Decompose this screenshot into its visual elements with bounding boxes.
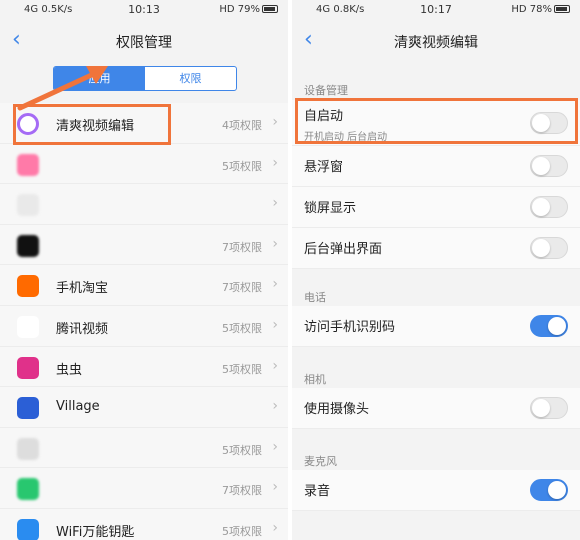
section-title: 电话 bbox=[304, 291, 326, 304]
app-icon bbox=[17, 356, 39, 379]
permission-row: 访问手机识别码 bbox=[292, 306, 580, 347]
permission-row: 使用摄像头 bbox=[292, 388, 580, 429]
chevron-right-icon: › bbox=[272, 479, 278, 496]
toggle-knob bbox=[532, 399, 550, 417]
app-list-item[interactable]: 7项权限 › bbox=[0, 468, 288, 509]
app-list-item[interactable]: 7项权限 › bbox=[0, 224, 288, 266]
section-title: 设备管理 bbox=[304, 84, 348, 97]
status-bar: 4G 0.8K/s 10:17 HD 78% bbox=[292, 0, 580, 22]
chevron-right-icon: › bbox=[272, 154, 278, 171]
toggle-knob bbox=[548, 481, 566, 499]
permission-row: 录音 bbox=[292, 470, 580, 511]
permission-row: 悬浮窗 bbox=[292, 146, 580, 187]
chevron-right-icon: › bbox=[272, 357, 278, 374]
permission-count: 5项权限 bbox=[222, 159, 262, 173]
toggle-knob bbox=[532, 157, 550, 175]
app-list-item[interactable]: › bbox=[0, 184, 288, 225]
permission-label: 悬浮窗 bbox=[304, 160, 344, 175]
app-list: 清爽视频编辑 4项权限 › 5项权限 › › 7项权限 › 手机淘宝 7项权限 › 腾讯视频 5项权限 ›… bbox=[0, 103, 288, 540]
app-icon bbox=[17, 518, 39, 540]
app-list-item[interactable]: 5项权限 › bbox=[0, 143, 288, 185]
permission-label: 录音 bbox=[304, 484, 331, 499]
section-title: 相机 bbox=[304, 373, 326, 386]
permission-count: 7项权限 bbox=[222, 484, 262, 498]
permission-toggle[interactable] bbox=[530, 196, 568, 218]
app-list-item[interactable]: WiFi万能钥匙 5项权限 › bbox=[0, 508, 288, 540]
permission-count: 7项权限 bbox=[222, 281, 262, 295]
app-icon bbox=[17, 275, 39, 298]
permission-toggle[interactable] bbox=[530, 479, 568, 501]
annotation-arrow-icon bbox=[17, 66, 108, 111]
permission-label: 使用摄像头 bbox=[304, 402, 370, 417]
permission-toggle[interactable] bbox=[530, 397, 568, 419]
section-title: 麦克风 bbox=[304, 455, 337, 468]
toggle-knob bbox=[548, 317, 566, 335]
app-name: Village bbox=[56, 399, 100, 415]
page-title: 清爽视频编辑 bbox=[394, 35, 478, 51]
permission-count: 5项权限 bbox=[222, 362, 262, 376]
app-list-item[interactable]: Village › bbox=[0, 387, 288, 428]
battery-icon bbox=[554, 5, 570, 13]
toggle-knob bbox=[532, 198, 550, 216]
permission-label: 访问手机识别码 bbox=[304, 320, 396, 335]
app-list-item[interactable]: 虫虫 5项权限 › bbox=[0, 346, 288, 388]
app-name: 腾讯视频 bbox=[56, 321, 109, 337]
permission-count: 5项权限 bbox=[222, 321, 262, 335]
app-icon bbox=[17, 397, 39, 420]
app-icon bbox=[17, 437, 39, 460]
app-list-item[interactable]: 手机淘宝 7项权限 › bbox=[0, 265, 288, 306]
permission-row: 锁屏显示 bbox=[292, 187, 580, 228]
chevron-right-icon: › bbox=[272, 316, 278, 333]
title-bar: ‹ 清爽视频编辑 bbox=[292, 24, 580, 58]
app-name: 虫虫 bbox=[56, 362, 83, 378]
permission-count: 5项权限 bbox=[222, 524, 262, 538]
permission-count: 7项权限 bbox=[222, 240, 262, 254]
chevron-right-icon: › bbox=[272, 519, 278, 536]
app-name: 手机淘宝 bbox=[56, 281, 109, 297]
permission-count: 5项权限 bbox=[222, 443, 262, 457]
app-permission-detail-screen: 4G 0.8K/s 10:17 HD 78% ‹ 清爽视频编辑 设备管理 自启动开… bbox=[292, 0, 580, 540]
app-icon bbox=[17, 194, 39, 217]
app-icon bbox=[17, 234, 39, 257]
permission-manager-screen: 4G 0.5K/s 10:13 HD 79% ‹ 权限管理 应用 权限 清爽视频… bbox=[0, 0, 288, 540]
chevron-right-icon: › bbox=[272, 276, 278, 293]
app-icon bbox=[17, 153, 39, 176]
app-name: WiFi万能钥匙 bbox=[56, 524, 135, 540]
permission-toggle[interactable] bbox=[530, 315, 568, 337]
chevron-right-icon: › bbox=[272, 195, 278, 212]
chevron-right-icon: › bbox=[272, 438, 278, 455]
app-list-item[interactable]: 5项权限 › bbox=[0, 427, 288, 469]
permission-toggle[interactable] bbox=[530, 237, 568, 259]
toggle-knob bbox=[532, 239, 550, 257]
chevron-right-icon: › bbox=[272, 398, 278, 415]
permission-label: 后台弹出界面 bbox=[304, 242, 383, 257]
app-icon bbox=[17, 315, 39, 338]
permission-label: 锁屏显示 bbox=[304, 201, 357, 216]
app-icon bbox=[17, 478, 39, 501]
chevron-right-icon: › bbox=[272, 235, 278, 252]
app-list-item[interactable]: 腾讯视频 5项权限 › bbox=[0, 305, 288, 347]
permission-row: 后台弹出界面 bbox=[292, 228, 580, 269]
highlight-box bbox=[295, 98, 578, 144]
permission-toggle[interactable] bbox=[530, 155, 568, 177]
battery-status: HD 78% bbox=[511, 4, 570, 15]
